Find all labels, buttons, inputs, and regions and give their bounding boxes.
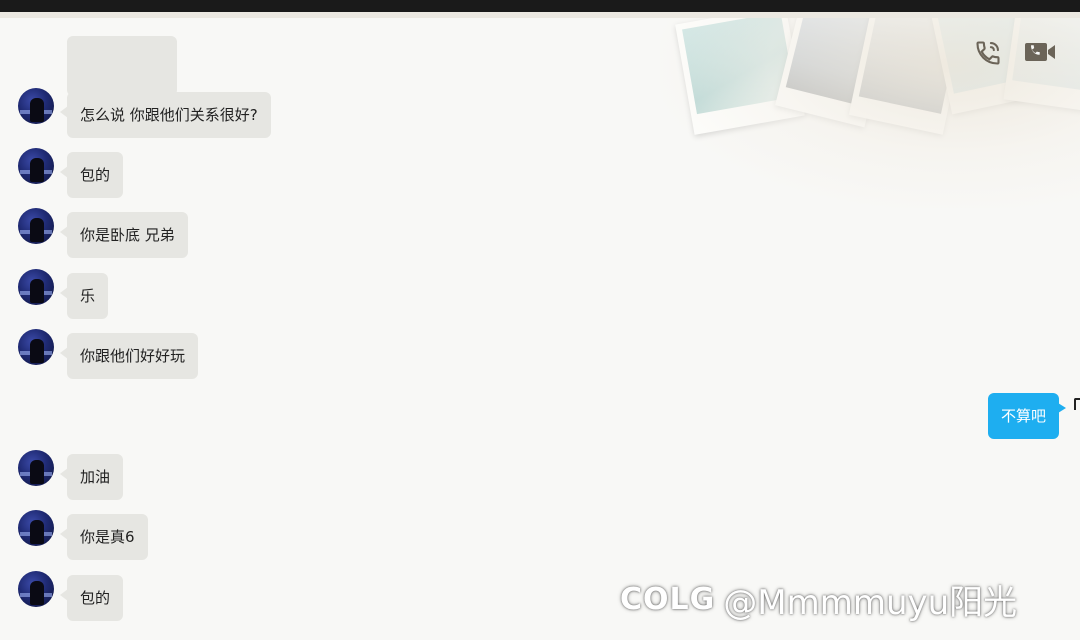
header-background-art: [660, 18, 1080, 208]
chat-message-area[interactable]: 怎么说 你跟他们关系很好? 包的 你是卧底 兄弟 乐 你跟他们好好玩 加油 你是…: [0, 18, 1080, 640]
phone-call-icon[interactable]: [972, 38, 1004, 68]
contact-avatar[interactable]: [18, 208, 54, 244]
watermark: COLG @Mmmmuyu阳光: [620, 574, 1017, 624]
contact-avatar[interactable]: [18, 510, 54, 546]
incoming-message-bubble[interactable]: 你是真6: [60, 514, 148, 560]
incoming-message-bubble[interactable]: 怎么说 你跟他们关系很好?: [60, 92, 271, 138]
incoming-message-bubble[interactable]: 包的: [59, 152, 124, 198]
incoming-message-bubble[interactable]: 你是卧底 兄弟: [60, 212, 188, 258]
contact-avatar[interactable]: [18, 571, 54, 607]
contact-avatar[interactable]: [18, 450, 54, 486]
own-avatar-edge: [1074, 398, 1080, 410]
watermark-handle: @Mmmmuyu阳光: [723, 582, 1018, 623]
incoming-message-bubble[interactable]: 加油: [59, 454, 124, 500]
video-call-icon[interactable]: [1022, 38, 1058, 66]
incoming-message-bubble[interactable]: 乐: [59, 273, 109, 319]
contact-avatar[interactable]: [18, 88, 54, 124]
watermark-logo: COLG: [620, 581, 716, 617]
incoming-message-bubble[interactable]: 你跟他们好好玩: [59, 333, 199, 379]
contact-avatar[interactable]: [18, 269, 54, 305]
contact-avatar[interactable]: [18, 148, 54, 184]
previous-message-bubble: [67, 36, 177, 96]
window-top-bar: [0, 0, 1080, 12]
incoming-message-bubble[interactable]: 包的: [59, 575, 124, 621]
outgoing-message-bubble[interactable]: 不算吧: [988, 393, 1067, 439]
contact-avatar[interactable]: [18, 329, 54, 365]
